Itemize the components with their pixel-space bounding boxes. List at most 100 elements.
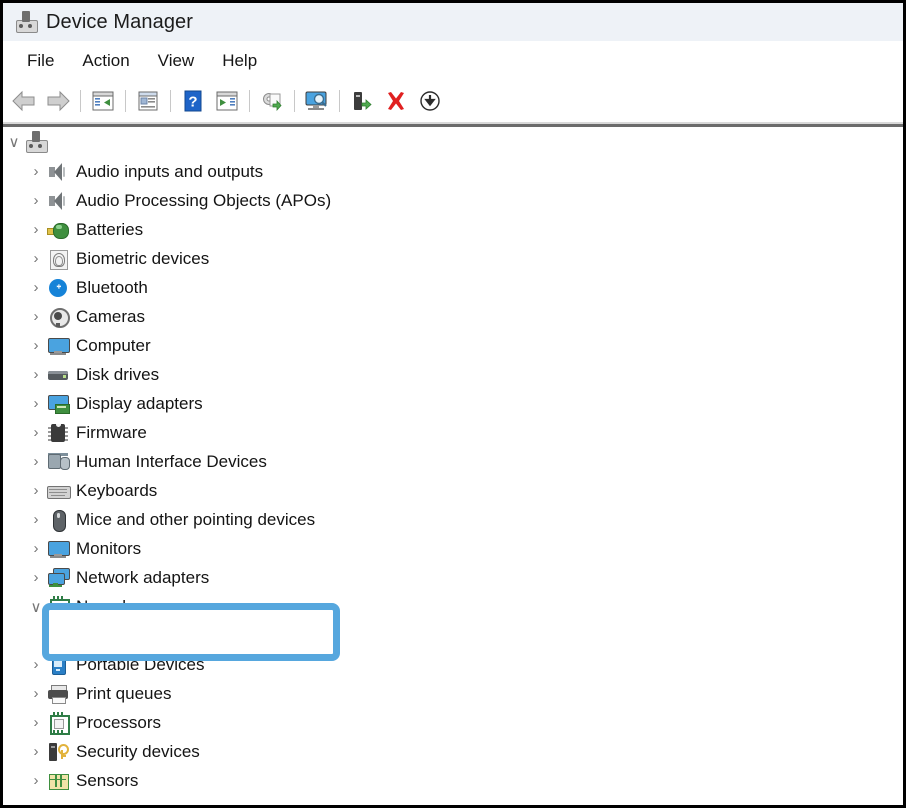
tree-item-mice-and-other-pointing-devices[interactable]: › Mice and other pointing devices <box>3 505 903 534</box>
chevron-right-icon[interactable]: › <box>25 714 47 731</box>
tree-item-monitors[interactable]: › Monitors <box>3 534 903 563</box>
tree-item-security-devices[interactable]: › Security devices <box>3 737 903 766</box>
toolbar-separator <box>339 90 340 112</box>
tree-item-print-queues[interactable]: › Print queues <box>3 679 903 708</box>
tree-item-keyboards[interactable]: › Keyboards <box>3 476 903 505</box>
tree-item-disk-drives[interactable]: › Disk drives <box>3 360 903 389</box>
menu-help[interactable]: Help <box>208 48 271 74</box>
tree-item-batteries[interactable]: › Batteries <box>3 215 903 244</box>
chevron-right-icon[interactable]: › <box>25 453 47 470</box>
chevron-right-icon[interactable]: › <box>25 221 47 238</box>
tree-item-biometric-devices[interactable]: › Biometric devices <box>3 244 903 273</box>
tree-item-label: Portable Devices <box>76 655 205 675</box>
tree-item-computer[interactable]: › Computer <box>3 331 903 360</box>
toolbar-scan-hardware[interactable] <box>300 85 334 117</box>
keyboard-icon <box>47 480 69 502</box>
fingerprint-icon <box>47 248 69 270</box>
firmware-chip-icon <box>47 422 69 444</box>
bluetooth-icon: ᛭ <box>47 277 69 299</box>
toolbar-back[interactable] <box>7 85 41 117</box>
install-legacy-hardware-icon <box>418 90 442 112</box>
title-bar: Device Manager <box>3 3 903 41</box>
toolbar-forward[interactable] <box>41 85 75 117</box>
tree-item-label: Network adapters <box>76 568 209 588</box>
tree-item-label: Print queues <box>76 684 171 704</box>
tree-item-label: Firmware <box>76 423 147 443</box>
tree-root-row[interactable]: ∨ <box>3 127 903 157</box>
toolbar-uninstall-device[interactable] <box>379 85 413 117</box>
toolbar-help[interactable]: ? <box>176 85 210 117</box>
chevron-down-icon[interactable]: ∨ <box>25 598 47 616</box>
toolbar-install-legacy[interactable] <box>413 85 447 117</box>
menu-view[interactable]: View <box>144 48 209 74</box>
menu-file[interactable]: File <box>13 48 68 74</box>
tree-item-label: Audio Processing Objects (APOs) <box>76 191 331 211</box>
tree-item-label: Security devices <box>76 742 200 762</box>
toolbar-separator <box>80 90 81 112</box>
tree-item-display-adapters[interactable]: › Display adapters <box>3 389 903 418</box>
help-icon: ? <box>181 90 205 112</box>
toolbar: ? <box>3 81 903 122</box>
battery-icon <box>47 219 69 241</box>
chevron-right-icon[interactable]: › <box>25 366 47 383</box>
chevron-right-icon[interactable]: › <box>25 395 47 412</box>
printer-icon <box>47 683 69 705</box>
tree-item-processors[interactable]: › Processors <box>3 708 903 737</box>
chevron-right-icon[interactable]: › <box>25 511 47 528</box>
tree-item-label: Mice and other pointing devices <box>76 510 315 530</box>
disable-device-icon <box>350 90 374 112</box>
tree-item-firmware[interactable]: › Firmware <box>3 418 903 447</box>
tree-item-human-interface-devices[interactable]: › Human Interface Devices <box>3 447 903 476</box>
tree-item-portable-devices[interactable]: › Portable Devices <box>3 650 903 679</box>
chevron-right-icon[interactable]: › <box>25 685 47 702</box>
toolbar-separator <box>125 90 126 112</box>
show-hide-console-tree-icon <box>91 90 115 112</box>
tree-item-cameras[interactable]: › Cameras <box>3 302 903 331</box>
device-manager-icon <box>15 11 37 33</box>
tree-item-label: Cameras <box>76 307 145 327</box>
menu-bar: File Action View Help <box>3 41 903 81</box>
toolbar-disable-device[interactable] <box>345 85 379 117</box>
chevron-right-icon[interactable]: › <box>25 337 47 354</box>
tree-item-label: Audio inputs and outputs <box>76 162 263 182</box>
mouse-icon <box>47 509 69 531</box>
device-tree: ∨ › Audio inputs and outputs › Audio Pro… <box>3 127 903 805</box>
tree-item-bluetooth[interactable]: › ᛭ Bluetooth <box>3 273 903 302</box>
chevron-right-icon[interactable]: › <box>25 163 47 180</box>
tree-item-label: Human Interface Devices <box>76 452 267 472</box>
chevron-right-icon[interactable]: › <box>25 250 47 267</box>
chevron-right-icon[interactable]: › <box>25 482 47 499</box>
show-hide-action-pane-icon <box>215 90 239 112</box>
toolbar-console-tree[interactable] <box>86 85 120 117</box>
tree-item-label: Bluetooth <box>76 278 148 298</box>
toolbar-properties[interactable] <box>131 85 165 117</box>
tree-item-network-adapters[interactable]: › Network adapters <box>3 563 903 592</box>
toolbar-separator <box>249 90 250 112</box>
tree-item-audio-processing-objects[interactable]: › Audio Processing Objects (APOs) <box>3 186 903 215</box>
chevron-right-icon[interactable]: › <box>25 424 47 441</box>
chevron-right-icon[interactable]: › <box>25 743 47 760</box>
chevron-right-icon[interactable]: › <box>25 192 47 209</box>
tree-item-sensors[interactable]: › Sensors <box>3 766 903 795</box>
chevron-right-icon[interactable]: › <box>25 656 47 673</box>
tree-item-audio-inputs-and-outputs[interactable]: › Audio inputs and outputs <box>3 157 903 186</box>
properties-icon <box>136 90 160 112</box>
chevron-down-icon[interactable]: ∨ <box>3 133 25 151</box>
chevron-right-icon[interactable]: › <box>25 569 47 586</box>
forward-arrow-icon <box>46 90 70 112</box>
speaker-icon <box>47 190 69 212</box>
scan-for-hardware-changes-icon <box>304 90 330 112</box>
chevron-right-icon[interactable]: › <box>25 540 47 557</box>
toolbar-action-pane[interactable] <box>210 85 244 117</box>
chevron-right-icon[interactable]: › <box>25 279 47 296</box>
monitor-icon <box>47 538 69 560</box>
toolbar-update-driver[interactable] <box>255 85 289 117</box>
menu-action[interactable]: Action <box>68 48 143 74</box>
chevron-right-icon[interactable]: › <box>25 308 47 325</box>
chevron-right-icon[interactable]: › <box>25 772 47 789</box>
speaker-icon <box>47 161 69 183</box>
tree-item-label: Batteries <box>76 220 143 240</box>
computer-root-icon <box>25 131 47 153</box>
monitor-icon <box>47 335 69 357</box>
uninstall-device-icon <box>384 90 408 112</box>
